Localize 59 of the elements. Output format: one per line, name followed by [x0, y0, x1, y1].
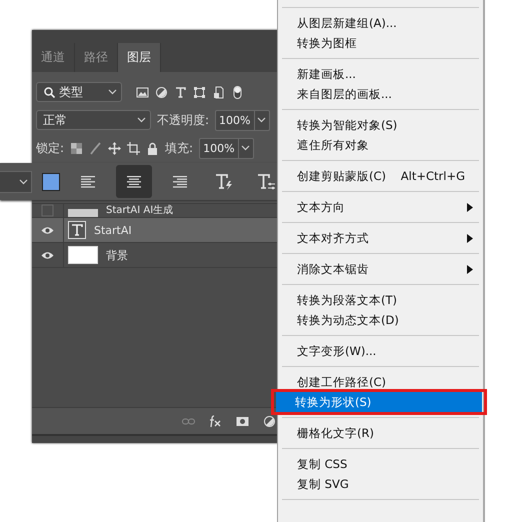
- caret-icon: [241, 145, 250, 151]
- text-layer-thumbnail: [68, 221, 86, 239]
- align-left-icon: [80, 174, 96, 189]
- image-icon[interactable]: [136, 86, 149, 98]
- menu-item[interactable]: 复制 CSS: [278, 454, 483, 474]
- text-color-swatch[interactable]: [42, 172, 60, 190]
- brush-icon[interactable]: [89, 142, 102, 154]
- opacity-field[interactable]: 100%: [215, 110, 270, 130]
- effects-icon[interactable]: [209, 414, 222, 428]
- blend-mode-dropdown[interactable]: 正常: [36, 110, 151, 130]
- menu-item[interactable]: 遮住所有对象: [278, 135, 483, 155]
- layer-name: StartAI AI生成: [106, 205, 174, 217]
- align-center-button[interactable]: [116, 165, 152, 198]
- menu-item[interactable]: 创建工作路径(C): [278, 372, 483, 392]
- caret-icon: [19, 178, 28, 184]
- toggle-icon[interactable]: [231, 86, 244, 98]
- submenu-arrow-icon: [467, 234, 473, 242]
- align-center-icon: [126, 174, 142, 189]
- menu-item[interactable]: 栅格化文字(R): [278, 423, 483, 443]
- menu-item[interactable]: 文字变形(W)...: [278, 341, 483, 361]
- opacity-label: 不透明度:: [157, 112, 210, 128]
- submenu-arrow-icon: [467, 264, 473, 274]
- align-right-icon: [172, 174, 188, 189]
- filter-dropdown[interactable]: 类型: [36, 82, 122, 102]
- caret-icon: [257, 117, 266, 123]
- layer-name: 背景: [106, 248, 128, 264]
- fill-label: 填充:: [165, 140, 194, 156]
- menu-item[interactable]: 复制 SVG: [278, 474, 483, 494]
- menu-item[interactable]: 创建剪贴蒙版(C) Alt+Ctrl+G: [278, 166, 483, 186]
- fill-field[interactable]: 100%: [199, 138, 254, 158]
- layer-thumbnail: [68, 246, 98, 264]
- checker-icon[interactable]: [70, 142, 84, 154]
- menu-item[interactable]: 转换为动态文本(D): [278, 310, 483, 330]
- shape-icon[interactable]: [193, 86, 206, 98]
- menu-item[interactable]: 转换为图框: [278, 33, 483, 53]
- smart-object-icon[interactable]: [212, 86, 225, 98]
- menu-item[interactable]: 新建画板...: [278, 64, 483, 84]
- search-icon: [43, 86, 56, 98]
- lock-label: 锁定:: [36, 140, 64, 156]
- menu-item[interactable]: 转换为形状(S): [276, 392, 482, 412]
- caret-icon: [108, 89, 117, 95]
- warp-text-icon: [214, 172, 234, 190]
- menu-item[interactable]: 来自图层的画板...: [278, 84, 483, 104]
- text-settings-icon: [256, 172, 276, 190]
- adjustment-layer-icon[interactable]: [263, 414, 276, 428]
- mask-icon[interactable]: [236, 414, 249, 428]
- menu-item[interactable]: 从图层新建组(A)...: [278, 13, 483, 33]
- submenu-arrow-icon: [467, 202, 473, 212]
- layer-name: StartAI: [94, 222, 132, 238]
- caret-icon: [137, 117, 146, 123]
- move-icon[interactable]: [108, 142, 122, 154]
- smart-layer-thumbnail: [68, 209, 98, 217]
- lock-icon[interactable]: [146, 142, 160, 154]
- crop-icon[interactable]: [127, 142, 140, 154]
- type-icon[interactable]: [174, 86, 187, 98]
- menu-item[interactable]: 转换为段落文本(T): [278, 290, 483, 310]
- panel-tab[interactable]: 图层: [118, 43, 161, 72]
- adjustment-icon[interactable]: [155, 86, 168, 98]
- menu-item[interactable]: 转换为智能对象(S): [278, 115, 483, 135]
